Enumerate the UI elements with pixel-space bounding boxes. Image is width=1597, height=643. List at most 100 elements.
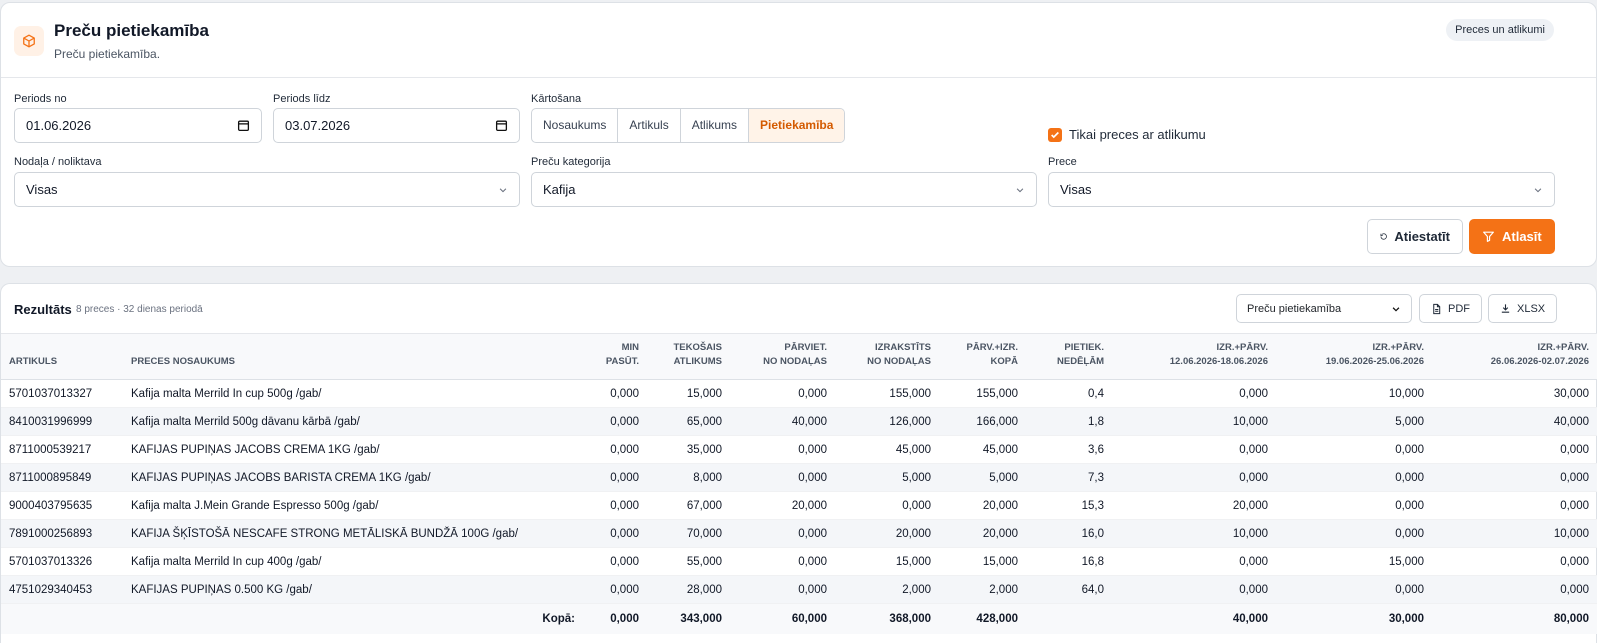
category-label: Preču kategorija: [531, 156, 611, 168]
column-header-line1: IZR.+PĀRV.: [1372, 342, 1424, 353]
sort-option-stock[interactable]: Atlikums: [681, 109, 750, 142]
value-cell: 5,000: [1276, 407, 1432, 436]
value-cell: 20,000: [835, 519, 939, 548]
page-header: Preču pietiekamība Preču pietiekamība. P…: [1, 3, 1596, 78]
xlsx-label: XLSX: [1517, 302, 1546, 315]
value-cell: 0,000: [583, 519, 647, 548]
period-to-value: 03.07.2026: [285, 118, 351, 133]
column-header-line2: NEDĒĻĀM: [1057, 356, 1104, 367]
totals-empty-cell: [1, 603, 123, 634]
value-cell: 40,000: [1432, 407, 1597, 436]
period-to-label: Periods līdz: [273, 93, 331, 105]
column-header-line2: KOPĀ: [990, 356, 1018, 367]
column-header: TEKOŠAIS ATLIKUMS: [647, 333, 730, 380]
value-cell: 155,000: [835, 379, 939, 408]
value-cell: 0,000: [583, 463, 647, 492]
value-cell: 0,000: [1276, 575, 1432, 604]
apply-button[interactable]: Atlasīt: [1469, 219, 1555, 254]
apply-label: Atlasīt: [1502, 229, 1542, 244]
column-header-line1: IZRAKSTĪTS: [875, 342, 931, 353]
value-cell: 20,000: [939, 519, 1026, 548]
table-row[interactable]: 9000403795635 Kafija malta J.Mein Grande …: [1, 491, 1597, 520]
category-select[interactable]: Kafija: [531, 172, 1037, 207]
only-stock-label[interactable]: Tikai preces ar atlikumu: [1069, 127, 1206, 142]
value-cell: 0,000: [1276, 491, 1432, 520]
value-cell: 0,000: [583, 407, 647, 436]
value-cell: 126,000: [835, 407, 939, 436]
value-cell: 40,000: [730, 407, 835, 436]
page-subtitle: Preču pietiekamība.: [54, 47, 161, 61]
value-cell: 0,000: [583, 575, 647, 604]
department-select[interactable]: Visas: [14, 172, 520, 207]
sort-option-article[interactable]: Artikuls: [618, 109, 681, 142]
value-cell: 65,000: [647, 407, 730, 436]
period-from-value: 01.06.2026: [26, 118, 92, 133]
report-select-value: Preču pietiekamība: [1247, 302, 1342, 315]
value-cell: 10,000: [1432, 519, 1597, 548]
value-cell: 5,000: [939, 463, 1026, 492]
reset-button[interactable]: Atiestatīt: [1367, 219, 1463, 254]
pdf-button[interactable]: PDF: [1419, 294, 1482, 323]
table-row[interactable]: 4751029340453 KAFIJAS PUPIŅAS 0.500 KG /g…: [1, 575, 1597, 604]
results-meta: 8 preces · 32 dienas periodā: [76, 304, 203, 315]
sort-option-sufficiency[interactable]: Pietiekamība: [749, 109, 845, 142]
product-value: Visas: [1060, 182, 1092, 197]
product-select[interactable]: Visas: [1048, 172, 1555, 207]
report-select[interactable]: Preču pietiekamība: [1236, 294, 1412, 323]
value-cell: 64,0: [1026, 575, 1112, 604]
value-cell: 30,000: [1432, 379, 1597, 408]
totals-row: Kopā: 0,000 343,000 60,000 368,000 428,000 40,…: [1, 603, 1597, 634]
value-cell: 10,000: [1276, 379, 1432, 408]
column-header: IZR.+PĀRV. 26.06.2026-02.07.2026: [1432, 333, 1597, 380]
value-cell: 45,000: [939, 435, 1026, 464]
article-cell: 8410031996999: [1, 407, 123, 436]
article-cell: 5701037013326: [1, 547, 123, 576]
reset-icon: [1380, 233, 1387, 240]
value-cell: 166,000: [939, 407, 1026, 436]
value-cell: 0,4: [1026, 379, 1112, 408]
period-to-input[interactable]: 03.07.2026: [273, 108, 520, 143]
column-header: PĀRVIET. NO NODAĻAS: [730, 333, 835, 380]
column-header: MIN PASŪT.: [583, 333, 647, 380]
calendar-icon[interactable]: [495, 119, 508, 132]
column-header-line2: ARTIKULS: [9, 356, 58, 367]
product-name-cell: KAFIJAS PUPIŅAS JACOBS BARISTA CREMA 1KG…: [123, 463, 583, 492]
value-cell: 15,000: [647, 379, 730, 408]
sort-option-name[interactable]: Nosaukums: [532, 109, 619, 142]
value-cell: 0,000: [1112, 379, 1276, 408]
column-header-line1: PĀRV.+IZR.: [966, 342, 1018, 353]
column-header: PĀRV.+IZR. KOPĀ: [939, 333, 1026, 380]
column-header-line1: PĀRVIET.: [784, 342, 827, 353]
value-cell: 0,000: [1432, 491, 1597, 520]
value-cell: 0,000: [1432, 575, 1597, 604]
table-row[interactable]: 8711000539217 KAFIJAS PUPIŅAS JACOBS CREM…: [1, 435, 1597, 464]
column-header-line2: NO NODAĻAS: [867, 356, 931, 367]
value-cell: 70,000: [647, 519, 730, 548]
value-cell: 0,000: [1112, 575, 1276, 604]
department-label: Nodaļa / noliktava: [14, 156, 102, 168]
column-header-line1: TEKOŠAIS: [673, 342, 722, 353]
total-cell: 80,000: [1432, 603, 1597, 634]
only-stock-checkbox[interactable]: [1048, 128, 1062, 142]
value-cell: 15,000: [1276, 547, 1432, 576]
article-cell: 8711000895849: [1, 463, 123, 492]
check-icon: [1051, 131, 1059, 139]
value-cell: 0,000: [1276, 463, 1432, 492]
xlsx-button[interactable]: XLSX: [1488, 294, 1558, 323]
period-from-input[interactable]: 01.06.2026: [14, 108, 262, 143]
value-cell: 16,8: [1026, 547, 1112, 576]
box-icon: [14, 26, 44, 56]
table-row[interactable]: 8711000895849 KAFIJAS PUPIŅAS JACOBS BARI…: [1, 463, 1597, 492]
article-cell: 7891000256893: [1, 519, 123, 548]
value-cell: 0,000: [835, 491, 939, 520]
table-row[interactable]: 5701037013326 Kafija malta Merrild In cup…: [1, 547, 1597, 576]
filter-icon: [1483, 231, 1494, 242]
table-row[interactable]: 5701037013327 Kafija malta Merrild In cup…: [1, 379, 1597, 408]
column-header: PRECES NOSAUKUMS: [123, 333, 583, 380]
value-cell: 0,000: [1432, 547, 1597, 576]
product-name-cell: Kafija malta J.Mein Grande Espresso 500g…: [123, 491, 583, 520]
column-header-line1: IZR.+PĀRV.: [1216, 342, 1268, 353]
table-row[interactable]: 8410031996999 Kafija malta Merrild 500g d…: [1, 407, 1597, 436]
calendar-icon[interactable]: [237, 119, 250, 132]
table-row[interactable]: 7891000256893 KAFIJA ŠĶĪSTOŠĀ NESCAFE STR…: [1, 519, 1597, 548]
